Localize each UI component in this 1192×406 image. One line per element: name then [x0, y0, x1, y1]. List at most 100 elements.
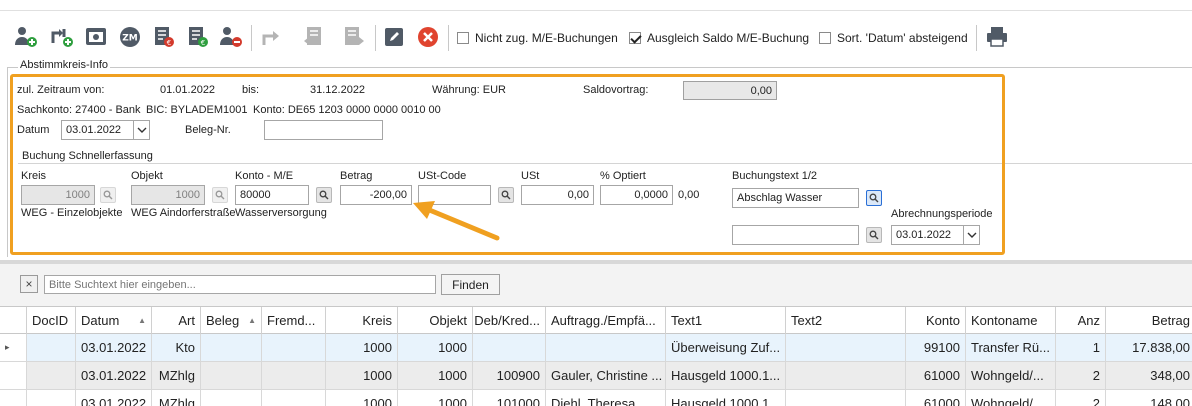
zm-icon[interactable]: ZM [118, 25, 142, 49]
column-header-kontoname[interactable]: Kontoname [966, 307, 1056, 334]
checkbox-sort-datum[interactable]: Sort. 'Datum' absteigend [819, 31, 968, 45]
svg-text:€: € [167, 39, 171, 47]
column-header-betrag[interactable]: Betrag [1106, 307, 1192, 334]
bis-label: bis: [242, 84, 260, 96]
cell-art: MZhlg [152, 362, 201, 389]
cell-kreis: 1000 [326, 390, 398, 406]
periode-field[interactable]: 03.01.2022 [891, 225, 964, 245]
optiert-field[interactable]: 0,0000 [600, 185, 673, 205]
datum-dropdown-button[interactable] [134, 120, 150, 140]
cell-beleg [201, 362, 262, 389]
objekt-field[interactable]: 1000 [131, 185, 205, 205]
toolbar-separator [251, 25, 252, 51]
sort-arrow-icon[interactable]: ▲ [138, 316, 146, 325]
cell-konto: 61000 [906, 362, 966, 389]
cell-datum: 03.01.2022 [76, 390, 152, 406]
window-icon[interactable] [84, 25, 108, 49]
magnifier-icon [869, 193, 879, 203]
cell-fremd [262, 362, 326, 389]
column-header-art[interactable]: Art [152, 307, 201, 334]
ustcode-label: USt-Code [418, 170, 467, 182]
edit-icon[interactable] [382, 25, 406, 49]
konto-iban-label: Konto: DE65 1203 0000 0000 0010 00 [253, 104, 441, 116]
schnell-separator [18, 163, 1192, 164]
datum-field[interactable]: 03.01.2022 [61, 120, 134, 140]
periode-dropdown-button[interactable] [964, 225, 980, 245]
checkbox-box[interactable] [457, 32, 469, 44]
checkbox-box[interactable] [629, 32, 641, 44]
cell-art: MZhlg [152, 390, 201, 406]
clear-search-button[interactable]: × [20, 275, 38, 293]
search-input[interactable] [44, 275, 436, 294]
document-forward-icon[interactable] [342, 25, 366, 49]
ust-field[interactable]: 0,00 [521, 185, 594, 205]
cancel-icon[interactable] [416, 25, 440, 49]
kreis-field[interactable]: 1000 [21, 185, 95, 205]
column-header-debkred[interactable]: Deb/Kred... [473, 307, 546, 334]
remove-person-icon[interactable] [219, 25, 243, 49]
betrag-label: Betrag [340, 170, 373, 182]
table-row[interactable]: 03.01.2022 MZhlg 1000 1000 101000 Diehl, Ther… [0, 390, 1192, 406]
cell-betrag: 17.838,00 [1106, 334, 1192, 361]
column-header-fremd[interactable]: Fremd... [262, 307, 326, 334]
column-header-kreis[interactable]: Kreis [326, 307, 398, 334]
column-header-docid[interactable]: DocID [27, 307, 76, 334]
cell-objekt: 1000 [398, 334, 473, 361]
checkbox-ausgleich-saldo[interactable]: Ausgleich Saldo M/E-Buchung [629, 31, 809, 45]
table-row[interactable]: 03.01.2022 MZhlg 1000 1000 100900 Gauler, Chr… [0, 362, 1192, 390]
document-back-icon[interactable] [302, 25, 326, 49]
cell-kontoname: Wohngeld/... [966, 390, 1056, 406]
column-header-indicator[interactable] [0, 307, 27, 334]
betrag-field[interactable]: -200,00 [340, 185, 412, 205]
buchungstext2-lookup-button[interactable] [866, 227, 882, 243]
objekt-lookup-button[interactable] [212, 187, 228, 203]
checkbox-label: Ausgleich Saldo M/E-Buchung [647, 31, 810, 45]
find-button[interactable]: Finden [441, 274, 500, 295]
buchungstext-lookup-button[interactable] [866, 190, 882, 206]
cell-text1: Überweisung Zuf... [666, 334, 786, 361]
print-icon[interactable] [985, 25, 1009, 49]
grid-header: DocID Datum ▲ Art Beleg ▲ Fremd... Kreis Objek… [0, 306, 1192, 334]
buchungstext2-field[interactable] [732, 225, 859, 245]
kreis-label: Kreis [21, 170, 47, 182]
checkbox-box[interactable] [819, 32, 831, 44]
column-header-datum[interactable]: Datum ▲ [76, 307, 152, 334]
magnifier-icon [319, 190, 329, 200]
add-person-icon[interactable] [14, 25, 38, 49]
column-header-auftragg[interactable]: Auftragg./Empfä... [546, 307, 666, 334]
column-header-text2[interactable]: Text2 [786, 307, 906, 334]
cell-beleg [201, 390, 262, 406]
bic-label: BIC: BYLADEM1001 [146, 104, 248, 116]
ust-label: USt [521, 170, 540, 182]
cell-art: Kto [152, 334, 201, 361]
periode-label: Abrechnungsperiode [891, 208, 993, 220]
buchungstext1-field[interactable]: Abschlag Wasser [732, 188, 859, 208]
waehrung-label: Währung: EUR [432, 84, 506, 96]
transfer-add-icon[interactable] [50, 25, 74, 49]
document-euro-red-icon[interactable]: € [152, 25, 176, 49]
column-header-text1[interactable]: Text1 [666, 307, 786, 334]
cell-konto: 61000 [906, 390, 966, 406]
magnifier-icon [215, 190, 225, 200]
redo-icon[interactable] [259, 25, 283, 49]
sort-arrow-icon[interactable]: ▲ [248, 316, 256, 325]
cell-indicator: ▸ [0, 334, 27, 361]
datum-label: Datum [17, 124, 50, 136]
konto-me-field[interactable]: 80000 [235, 185, 309, 205]
kreis-lookup-button[interactable] [100, 187, 116, 203]
cell-fremd [262, 334, 326, 361]
column-header-objekt[interactable]: Objekt [398, 307, 473, 334]
booking-grid: DocID Datum ▲ Art Beleg ▲ Fremd... Kreis Objek… [0, 306, 1192, 406]
cell-datum: 03.01.2022 [76, 334, 152, 361]
beleg-field[interactable] [264, 120, 383, 140]
column-header-konto[interactable]: Konto [906, 307, 966, 334]
chevron-down-icon [137, 127, 146, 133]
column-header-anz[interactable]: Anz [1056, 307, 1106, 334]
objekt-description: WEG Aindorferstraße [131, 207, 236, 219]
document-euro-green-icon[interactable]: € [186, 25, 210, 49]
konto-lookup-button[interactable] [316, 187, 332, 203]
kreis-description: WEG - Einzelobjekte [21, 207, 123, 219]
table-row[interactable]: ▸ 03.01.2022 Kto 1000 1000 Überweisung Zuf...… [0, 334, 1192, 362]
column-header-beleg[interactable]: Beleg ▲ [201, 307, 262, 334]
checkbox-nicht-zug[interactable]: Nicht zug. M/E-Buchungen [457, 31, 618, 45]
